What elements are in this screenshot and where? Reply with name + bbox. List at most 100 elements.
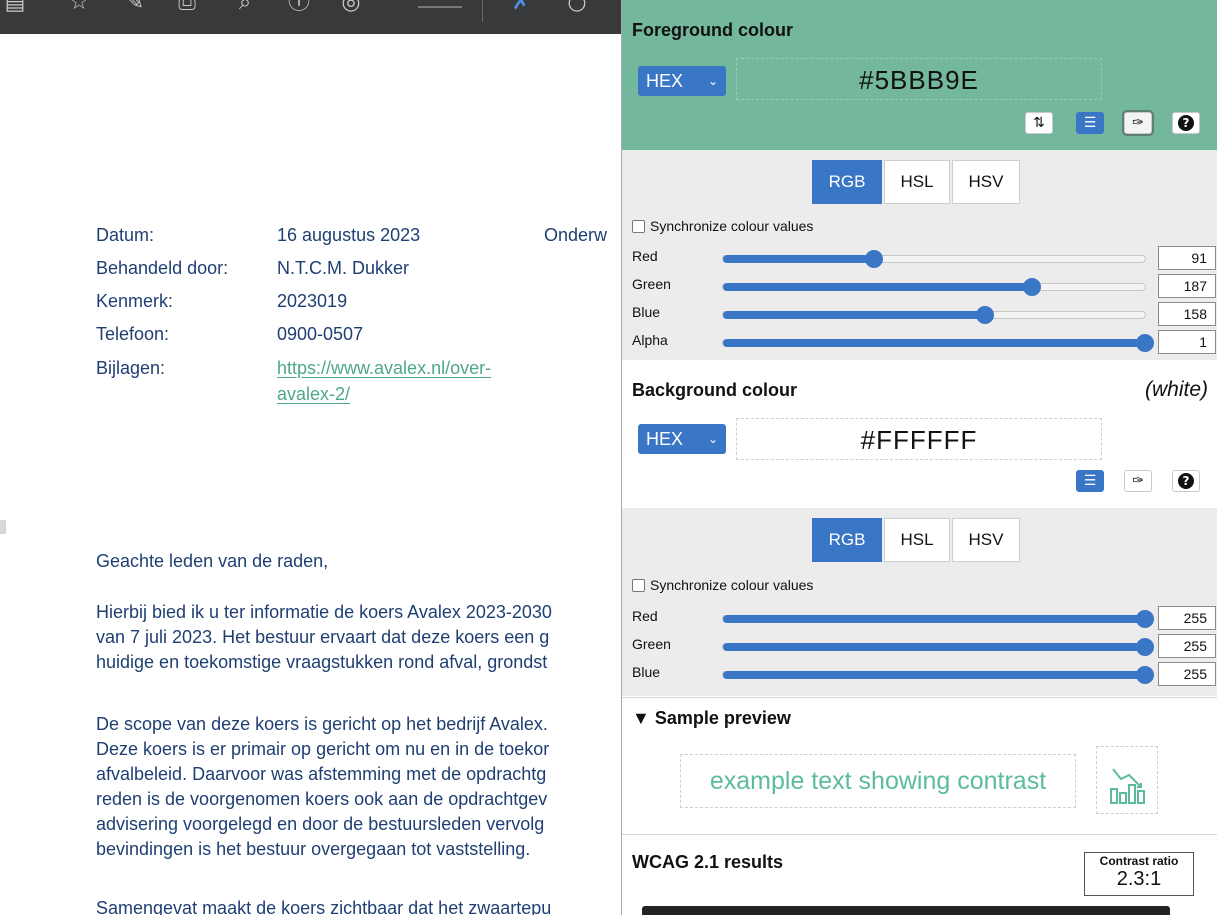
- meta-label-behandeld: Behandeld door:: [96, 258, 229, 278]
- fg-red-handle[interactable]: [864, 250, 883, 268]
- attachment-link[interactable]: https://www.avalex.nl/over-: [277, 357, 491, 379]
- fg-red-slider[interactable]: [722, 250, 1146, 268]
- background-sync-checkbox[interactable]: [632, 579, 645, 592]
- bg-red-row: Red 255: [622, 606, 1217, 632]
- background-help-button[interactable]: ?: [1172, 470, 1200, 492]
- foreground-mode-hsl[interactable]: HSL: [884, 160, 950, 204]
- download-icon[interactable]: ◎: [338, 0, 364, 16]
- pdf-toolbar: ▤ ☆ ✎ ⎙ ⌕ ⓘ ◎ ✗ ○: [0, 0, 640, 34]
- background-title: Background colour: [632, 380, 798, 400]
- bg-red-handle[interactable]: [1136, 610, 1154, 628]
- paragraph-line: bevindingen is het bestuur overgegaan to…: [96, 839, 531, 859]
- paragraph-line: Deze koers is er primair op gericht om n…: [96, 739, 550, 759]
- foreground-sync-checkbox[interactable]: [632, 220, 645, 233]
- bg-red-slider[interactable]: [722, 610, 1154, 628]
- fg-red-input[interactable]: 91: [1158, 246, 1216, 270]
- print-icon[interactable]: ⎙: [174, 0, 200, 16]
- foreground-mode-hsv[interactable]: HSV: [952, 160, 1020, 204]
- pdf-document: Datum: 16 augustus 2023 Onderw Behandeld…: [0, 34, 640, 915]
- paragraph-line: reden is de voorgenomen koers ook aan de…: [96, 789, 548, 809]
- page-number-input[interactable]: [418, 6, 462, 8]
- sliders-icon: ☰: [1083, 473, 1097, 489]
- fg-alpha-row: Alpha 1: [622, 330, 1217, 356]
- fg-blue-handle[interactable]: [975, 306, 994, 324]
- section-divider: [622, 697, 1217, 698]
- foreground-mode-rgb[interactable]: RGB: [812, 160, 882, 204]
- foreground-title: Foreground colour: [632, 20, 793, 40]
- highlight-icon[interactable]: ✗: [508, 0, 534, 16]
- meta-label-telefoon: Telefoon:: [96, 324, 170, 344]
- fg-green-label: Green: [632, 276, 671, 292]
- paragraph-line: advisering voorgelegd en door de bestuur…: [96, 814, 545, 834]
- foreground-sliders-button[interactable]: ☰: [1076, 112, 1104, 134]
- background-hex-input[interactable]: #FFFFFF: [736, 418, 1102, 460]
- bg-green-fill: [723, 643, 1145, 651]
- background-header: Background colour (white): [622, 376, 1217, 406]
- bg-green-handle[interactable]: [1136, 638, 1154, 656]
- info-icon[interactable]: ⓘ: [286, 0, 312, 16]
- chevron-down-icon: ⌄: [707, 432, 718, 446]
- bg-blue-slider[interactable]: [722, 666, 1154, 684]
- foreground-sync-option[interactable]: Synchronize colour values: [632, 218, 813, 234]
- eyedropper-icon: ✑: [1132, 473, 1144, 489]
- foreground-format-value: HEX: [646, 71, 684, 91]
- fg-alpha-slider[interactable]: [722, 334, 1154, 352]
- wcag-result-bar: [642, 906, 1170, 915]
- bg-red-label: Red: [632, 608, 658, 624]
- attachment-link-continued[interactable]: avalex-2/: [277, 383, 350, 405]
- meta-label-datum: Datum:: [96, 225, 155, 245]
- fg-blue-input[interactable]: 158: [1158, 302, 1216, 326]
- section-divider: [622, 834, 1217, 835]
- fg-alpha-handle[interactable]: [1136, 334, 1154, 352]
- bg-blue-row: Blue 255: [622, 662, 1217, 688]
- background-sliders-button[interactable]: ☰: [1076, 470, 1104, 492]
- fg-green-slider[interactable]: [722, 278, 1146, 296]
- pen-icon[interactable]: ✎: [122, 0, 148, 16]
- meta-value-kenmerk: 2023019: [277, 291, 348, 311]
- sliders-icon: ☰: [1083, 115, 1097, 131]
- contrast-ratio-label: Contrast ratio: [1099, 854, 1179, 868]
- contrast-ratio-value: 2.3:1: [1116, 868, 1162, 890]
- fg-green-input[interactable]: 187: [1158, 274, 1216, 298]
- background-mode-rgb[interactable]: RGB: [812, 518, 882, 562]
- foreground-format-select[interactable]: HEX ⌄: [638, 66, 726, 96]
- sample-graphic-preview: [1096, 746, 1158, 814]
- sidebar-icon[interactable]: ▤: [2, 0, 28, 16]
- zoom-icon[interactable]: ⌕: [232, 0, 258, 16]
- background-format-select[interactable]: HEX ⌄: [638, 424, 726, 454]
- circle-icon[interactable]: ○: [564, 0, 590, 16]
- bg-blue-fill: [723, 671, 1145, 679]
- background-mode-hsl[interactable]: HSL: [884, 518, 950, 562]
- bg-green-slider[interactable]: [722, 638, 1154, 656]
- foreground-hex-input[interactable]: #5BBB9E: [736, 58, 1102, 100]
- background-sync-label: Synchronize colour values: [650, 577, 814, 593]
- swap-colours-button[interactable]: ⇅: [1025, 112, 1053, 134]
- bg-green-input[interactable]: 255: [1158, 634, 1216, 658]
- foreground-help-button[interactable]: ?: [1172, 112, 1200, 134]
- fg-green-row: Green 187: [622, 274, 1217, 300]
- meta-label-bijlagen: Bijlagen:: [96, 358, 166, 378]
- background-mode-hsv[interactable]: HSV: [952, 518, 1020, 562]
- sample-preview-toggle[interactable]: ▼ Sample preview: [632, 708, 791, 729]
- background-eyedropper-button[interactable]: ✑: [1124, 470, 1152, 492]
- background-sync-option[interactable]: Synchronize colour values: [632, 577, 813, 593]
- fg-green-handle[interactable]: [1023, 278, 1042, 296]
- background-format-value: HEX: [646, 429, 684, 449]
- fg-blue-slider[interactable]: [722, 306, 1146, 324]
- fg-green-fill: [723, 283, 1033, 291]
- fg-red-row: Red 91: [622, 246, 1217, 272]
- bg-blue-handle[interactable]: [1136, 666, 1154, 684]
- swap-icon: ⇅: [1033, 115, 1045, 131]
- fg-alpha-input[interactable]: 1: [1158, 330, 1216, 354]
- chart-icon: [1110, 768, 1145, 804]
- bookmark-icon[interactable]: ☆: [66, 0, 92, 16]
- meta-label-onderwerp: Onderw: [544, 225, 608, 245]
- bg-blue-input[interactable]: 255: [1158, 662, 1216, 686]
- foreground-eyedropper-button[interactable]: ✑: [1124, 112, 1152, 134]
- meta-value-datum: 16 augustus 2023: [277, 225, 421, 245]
- paragraph-line: De scope van deze koers is gericht op he…: [96, 714, 548, 734]
- bg-blue-label: Blue: [632, 664, 661, 680]
- bg-red-input[interactable]: 255: [1158, 606, 1216, 630]
- foreground-section: Foreground colour HEX ⌄ #5BBB9E ⇅ ☰ ✑ ?: [622, 0, 1217, 150]
- fg-blue-fill: [723, 311, 985, 319]
